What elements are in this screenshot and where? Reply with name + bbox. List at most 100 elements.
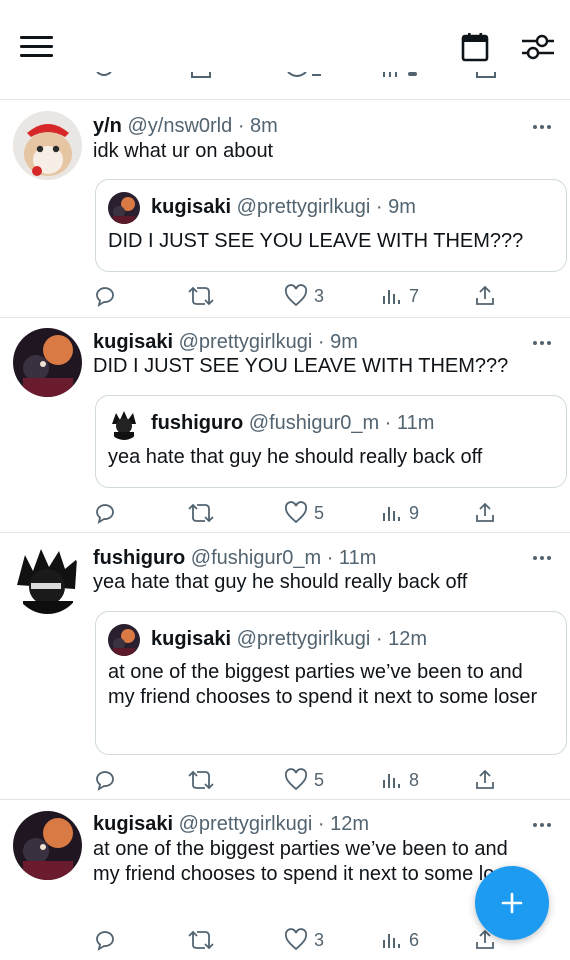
avatar [108,192,140,224]
tweet-actions: 3 7 [93,283,513,309]
handle: @prettygirlkugi [236,196,371,218]
tweet-actions: 3 6 [93,927,513,953]
reply-button[interactable] [93,500,117,526]
heart-icon [284,768,308,791]
more-options-icon[interactable] [530,553,554,563]
like-count: 3 [314,285,325,306]
like-button[interactable]: 3 [284,283,324,309]
tweet-text: idk what ur on about [93,140,274,162]
share-button[interactable] [473,500,497,526]
avatar[interactable] [13,328,82,397]
retweet-icon [188,503,214,523]
retweet-icon [188,286,214,306]
quoted-header: kugisaki @prettygirlkugi · 9m [151,195,416,219]
like-count: 3 [314,929,325,950]
handle[interactable]: @fushigur0_m [191,547,321,569]
more-options-icon[interactable] [530,338,554,348]
display-name[interactable]: fushiguro [93,547,185,569]
quoted-text: at one of the biggest parties we’ve been… [108,661,538,708]
timestamp: · 9m [317,331,358,353]
handle[interactable]: @prettygirlkugi [179,813,313,835]
display-name[interactable]: kugisaki [93,331,173,353]
retweet-button[interactable] [188,767,214,793]
views-button[interactable]: 6 [381,927,419,953]
views-button[interactable]: 7 [381,283,419,309]
quoted-text: yea hate that guy he should really back … [108,446,483,468]
like-button[interactable]: 3 [284,927,324,953]
reply-icon [96,504,114,524]
share-button[interactable] [473,283,497,309]
share-button[interactable] [473,767,497,793]
tweet[interactable]: kugisaki @prettygirlkugi · 9m DID I JUST… [0,317,570,533]
like-count: 5 [314,769,325,790]
handle: @fushigur0_m [248,412,380,434]
timestamp: · 12m [375,628,427,650]
plus-icon [501,892,523,914]
retweet-button[interactable] [188,500,214,526]
quoted-text: DID I JUST SEE YOU LEAVE WITH THEM??? [108,230,524,252]
share-icon [476,285,494,305]
heart-icon [284,501,308,524]
tweet-header: kugisaki @prettygirlkugi · 12m [93,812,369,836]
retweet-button[interactable] [188,927,214,953]
share-icon [476,769,494,789]
retweet-button[interactable] [188,283,214,309]
calendar-icon[interactable] [460,32,490,62]
tweet-text: yea hate that guy he should really back … [93,571,468,593]
avatar[interactable] [13,111,82,180]
views-icon [383,934,400,948]
tweet-text: DID I JUST SEE YOU LEAVE WITH THEM??? [93,355,509,377]
top-bar [0,0,570,84]
views-icon [383,290,400,304]
quoted-tweet[interactable]: kugisaki @prettygirlkugi · 9m DID I JUST… [95,179,567,272]
display-name[interactable]: y/n [93,115,122,137]
tweet[interactable]: fushiguro @fushigur0_m · 11m yea hate th… [0,532,570,800]
reply-button[interactable] [93,927,117,953]
reply-icon [96,931,114,951]
quoted-header: kugisaki @prettygirlkugi · 12m [151,627,427,651]
compose-button[interactable] [475,866,549,940]
views-icon [383,507,400,521]
retweet-icon [188,930,214,950]
heart-icon [284,928,308,951]
timestamp: · 8m [237,115,278,137]
handle[interactable]: @y/nsw0rld [127,115,232,137]
display-name: kugisaki [151,628,232,650]
tweet-actions: 5 8 [93,767,513,793]
view-count: 6 [409,929,420,950]
timestamp: · 12m [317,813,369,835]
view-count: 8 [409,769,420,790]
sliders-icon[interactable] [520,32,556,62]
reply-button[interactable] [93,283,117,309]
handle[interactable]: @prettygirlkugi [179,331,313,353]
view-count: 7 [409,285,420,306]
like-button[interactable]: 5 [284,767,324,793]
views-button[interactable]: 9 [381,500,419,526]
display-name: fushiguro [151,412,244,434]
timestamp: · 9m [375,196,416,218]
more-options-icon[interactable] [530,122,554,132]
tweet-header: kugisaki @prettygirlkugi · 9m [93,330,358,354]
tweet-header: y/n @y/nsw0rld · 8m [93,114,278,138]
tweet-text: at one of the biggest parties we’ve been… [93,838,523,885]
avatar [108,408,140,440]
more-options-icon[interactable] [530,820,554,830]
tweet-actions: 5 9 [93,500,513,526]
heart-icon [284,284,308,307]
avatar[interactable] [13,545,82,614]
timestamp: · 11m [384,412,435,434]
menu-icon[interactable] [20,36,54,58]
tweet[interactable]: y/n @y/nsw0rld · 8m idk what ur on about… [0,99,570,317]
share-icon [476,502,494,522]
quoted-tweet[interactable]: fushiguro @fushigur0_m · 11m yea hate th… [95,395,567,488]
reply-button[interactable] [93,767,117,793]
display-name: kugisaki [151,196,232,218]
views-button[interactable]: 8 [381,767,419,793]
like-button[interactable]: 5 [284,500,324,526]
previous-actions-partial [0,72,570,86]
avatar[interactable] [13,811,82,880]
quoted-tweet[interactable]: kugisaki @prettygirlkugi · 12m at one of… [95,611,567,755]
display-name[interactable]: kugisaki [93,813,173,835]
timeline-feed: y/n @y/nsw0rld · 8m idk what ur on about… [0,84,570,951]
quoted-header: fushiguro @fushigur0_m · 11m [151,411,434,435]
